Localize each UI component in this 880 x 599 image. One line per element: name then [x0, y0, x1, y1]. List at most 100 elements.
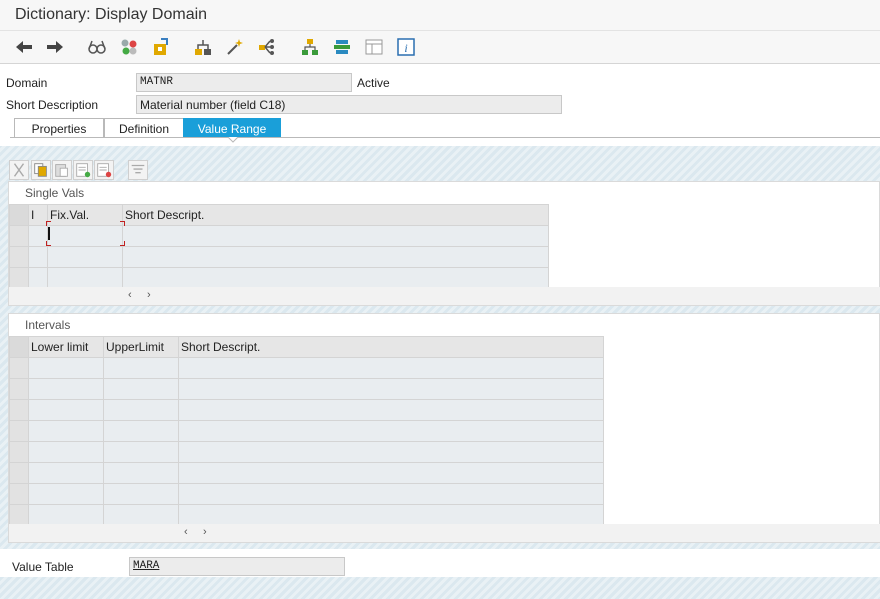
short-descript-cell[interactable]	[178, 504, 604, 526]
where-used-icon[interactable]	[193, 37, 213, 57]
fix-val-cell[interactable]	[47, 246, 123, 268]
focused-cell-frame	[46, 221, 125, 246]
table-row[interactable]	[9, 420, 604, 442]
short-descript-cell[interactable]	[122, 246, 549, 268]
tab-value-range[interactable]: Value Range	[183, 118, 281, 138]
indicator-cell[interactable]	[28, 246, 48, 268]
stack-icon[interactable]	[332, 37, 352, 57]
upper-limit-cell[interactable]	[103, 420, 179, 442]
table-row[interactable]	[9, 483, 604, 505]
select-all-cell[interactable]	[9, 204, 29, 226]
scroll-left-button[interactable]: ‹	[128, 289, 132, 301]
column-header-lower-limit[interactable]: Lower limit	[28, 336, 104, 358]
lower-limit-cell[interactable]	[28, 399, 104, 421]
indicator-cell[interactable]	[28, 225, 48, 247]
row-selector[interactable]	[9, 399, 29, 421]
short-description-field[interactable]: Material number (field C18)	[136, 95, 562, 114]
short-descript-cell[interactable]	[178, 378, 604, 400]
table-row[interactable]	[9, 441, 604, 463]
upper-limit-cell[interactable]	[103, 504, 179, 526]
svg-text:i: i	[404, 41, 407, 55]
delete-row-icon[interactable]	[94, 160, 114, 180]
row-selector[interactable]	[9, 225, 29, 247]
tab-divider	[10, 137, 880, 138]
lower-limit-cell[interactable]	[28, 420, 104, 442]
glasses-display-icon[interactable]	[87, 37, 107, 57]
lower-limit-cell[interactable]	[28, 462, 104, 484]
row-selector[interactable]	[9, 378, 29, 400]
domain-field[interactable]: MATNR	[136, 73, 352, 92]
intervals-title: Intervals	[25, 318, 71, 332]
distribute-icon[interactable]	[257, 37, 277, 57]
hierarchy-icon[interactable]	[300, 37, 320, 57]
insert-row-icon[interactable]	[73, 160, 93, 180]
intervals-scrollbar[interactable]: ‹ ›	[9, 524, 880, 542]
short-descript-cell[interactable]	[178, 483, 604, 505]
short-descript-cell[interactable]	[178, 357, 604, 379]
lower-limit-cell[interactable]	[28, 378, 104, 400]
tab-definition[interactable]: Definition	[104, 118, 184, 138]
short-descript-cell[interactable]	[178, 441, 604, 463]
short-descript-cell[interactable]	[178, 399, 604, 421]
info-icon[interactable]: i	[396, 37, 416, 57]
filter-icon[interactable]	[128, 160, 148, 180]
lower-limit-cell[interactable]	[28, 441, 104, 463]
row-selector[interactable]	[9, 441, 29, 463]
row-selector[interactable]	[9, 420, 29, 442]
paste-icon[interactable]	[52, 160, 72, 180]
table-row[interactable]	[9, 462, 604, 484]
row-selector[interactable]	[9, 504, 29, 526]
row-selector[interactable]	[9, 267, 29, 289]
upper-limit-cell[interactable]	[103, 357, 179, 379]
column-header-short-descript[interactable]: Short Descript.	[122, 204, 549, 226]
scroll-right-button[interactable]: ›	[203, 526, 207, 538]
table-row[interactable]	[9, 399, 604, 421]
short-descript-cell[interactable]	[178, 420, 604, 442]
column-header-upper-limit[interactable]: UpperLimit	[103, 336, 179, 358]
row-selector[interactable]	[9, 462, 29, 484]
fix-val-cell[interactable]	[47, 267, 123, 289]
lower-limit-cell[interactable]	[28, 483, 104, 505]
short-descript-cell[interactable]	[122, 267, 549, 289]
cut-icon[interactable]	[9, 160, 29, 180]
magic-wand-icon[interactable]	[225, 37, 245, 57]
copy-icon[interactable]	[31, 160, 51, 180]
forward-arrow-icon[interactable]	[45, 37, 65, 57]
short-descript-cell[interactable]	[122, 225, 549, 247]
window-title: Dictionary: Display Domain	[15, 6, 208, 23]
table-layout-icon[interactable]	[364, 37, 384, 57]
lower-limit-cell[interactable]	[28, 504, 104, 526]
upper-limit-cell[interactable]	[103, 462, 179, 484]
status-text: Active	[357, 76, 390, 90]
column-header-short-descript[interactable]: Short Descript.	[178, 336, 604, 358]
row-selector[interactable]	[9, 246, 29, 268]
table-row[interactable]	[9, 357, 604, 379]
object-check-icon[interactable]	[119, 37, 139, 57]
column-header-indicator[interactable]: I	[28, 204, 48, 226]
scroll-left-button[interactable]: ‹	[184, 526, 188, 538]
active-tab-caret-icon	[228, 137, 238, 143]
table-row[interactable]	[9, 504, 604, 526]
upper-limit-cell[interactable]	[103, 399, 179, 421]
tab-properties[interactable]: Properties	[14, 118, 104, 138]
upper-limit-cell[interactable]	[103, 378, 179, 400]
table-row[interactable]	[9, 378, 604, 400]
lower-limit-cell[interactable]	[28, 357, 104, 379]
select-all-cell[interactable]	[9, 336, 29, 358]
upper-limit-cell[interactable]	[103, 441, 179, 463]
upper-limit-cell[interactable]	[103, 483, 179, 505]
indicator-cell[interactable]	[28, 267, 48, 289]
short-descript-cell[interactable]	[178, 462, 604, 484]
row-selector[interactable]	[9, 483, 29, 505]
single-vals-scrollbar[interactable]: ‹ ›	[9, 287, 880, 305]
table-row[interactable]	[9, 246, 549, 268]
scroll-right-button[interactable]: ›	[147, 289, 151, 301]
single-vals-title: Single Vals	[25, 186, 85, 200]
activate-icon[interactable]	[151, 37, 171, 57]
row-selector[interactable]	[9, 357, 29, 379]
table-row[interactable]	[9, 267, 549, 289]
table-header-row: Lower limit UpperLimit Short Descript.	[9, 336, 604, 358]
value-table-field[interactable]: MARA	[129, 557, 345, 576]
back-arrow-icon[interactable]	[14, 37, 34, 57]
domain-label: Domain	[6, 76, 48, 90]
